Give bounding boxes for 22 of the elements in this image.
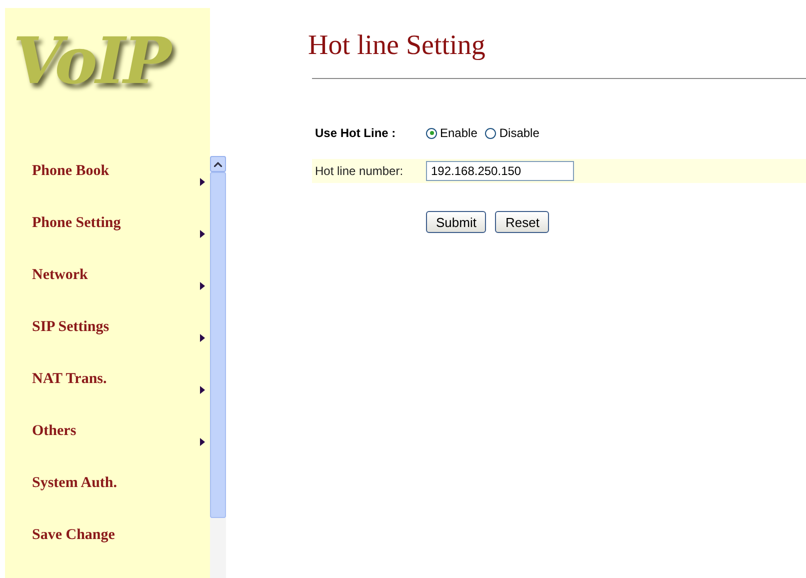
menu-item[interactable]: System Auth.	[32, 475, 118, 491]
menu-item[interactable]: Others	[32, 423, 76, 439]
radio-button[interactable]	[485, 128, 496, 138]
field-label: Use Hot Line :	[315, 126, 397, 140]
radio-label[interactable]: Disable	[499, 126, 540, 140]
menu-item[interactable]: NAT Trans.	[32, 371, 107, 387]
menu-item[interactable]: Phone Setting	[32, 215, 121, 231]
scrollbar-thumb[interactable]	[210, 172, 226, 518]
hot-line-number-field[interactable]: 192.168.250.150	[426, 161, 574, 181]
menu-item[interactable]: Network	[32, 267, 88, 283]
voip-logo: VoIP	[13, 24, 170, 99]
radio-button[interactable]	[426, 128, 437, 138]
radio-label[interactable]: Enable	[440, 126, 478, 140]
caret-up-icon	[214, 162, 222, 166]
submit-button[interactable]: Submit	[426, 211, 486, 233]
scroll-up-button[interactable]	[210, 156, 226, 172]
field-label: Hot line number:	[315, 164, 404, 178]
reset-button[interactable]: Reset	[495, 211, 550, 233]
menu-item[interactable]: Phone Book	[32, 163, 110, 179]
page-title: Hot line Setting	[308, 30, 486, 63]
menu-item[interactable]: Save Change	[32, 527, 115, 543]
menu-item[interactable]: SIP Settings	[32, 319, 110, 335]
